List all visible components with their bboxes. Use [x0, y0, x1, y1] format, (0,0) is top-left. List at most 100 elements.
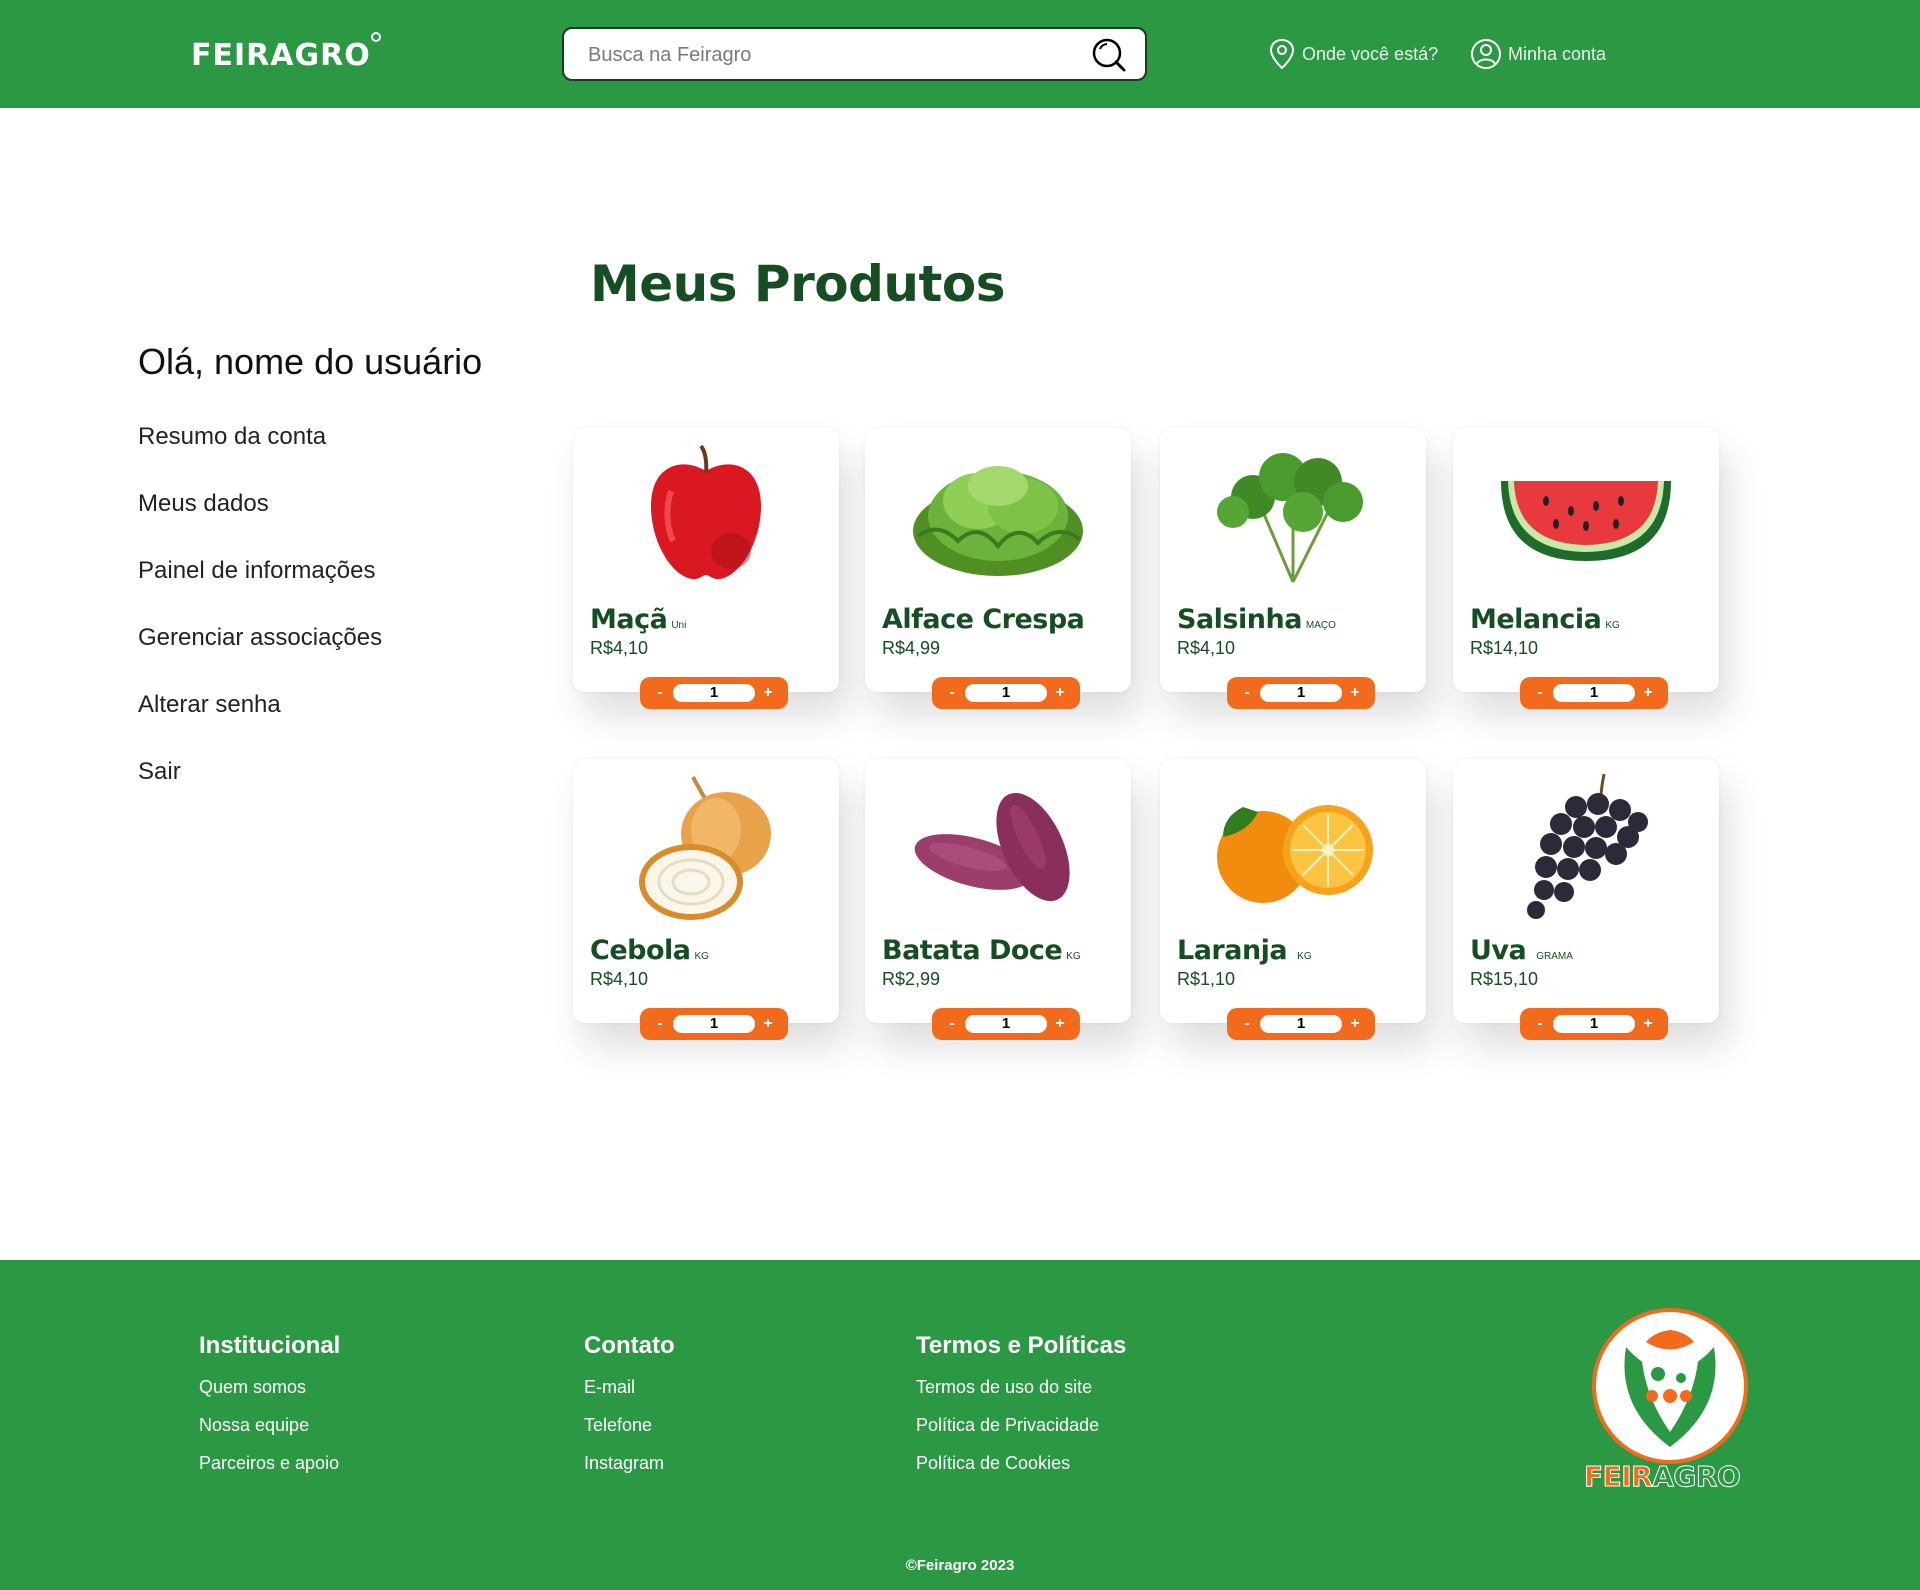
location-link[interactable]: Onde você está?	[1268, 38, 1438, 70]
quantity-value[interactable]: 1	[1553, 684, 1635, 702]
product-name: Batata Doce KG	[882, 935, 1081, 966]
location-label: Onde você está?	[1302, 43, 1439, 64]
increase-button[interactable]: +	[1050, 1012, 1070, 1036]
footer-link-phone[interactable]: Telefone	[584, 1414, 675, 1452]
grape-icon	[1496, 773, 1676, 921]
decrease-button[interactable]: -	[1530, 1012, 1550, 1036]
quantity-stepper: - 1 +	[1227, 1008, 1375, 1040]
footer-link-instagram[interactable]: Instagram	[584, 1452, 675, 1490]
product-unit: KG	[1605, 620, 1620, 631]
footer-link-about[interactable]: Quem somos	[199, 1376, 340, 1414]
menu-item-manage-associations[interactable]: Gerenciar associações	[138, 621, 382, 688]
footer-link-team[interactable]: Nossa equipe	[199, 1414, 340, 1452]
footer-link-privacy[interactable]: Política de Privacidade	[916, 1414, 1126, 1452]
logo-badge-icon	[1592, 1308, 1748, 1464]
product-unit: GRAMA	[1536, 951, 1573, 962]
decrease-button[interactable]: -	[1237, 1012, 1257, 1036]
location-pin-icon	[1269, 38, 1295, 70]
footer-link-partners[interactable]: Parceiros e apoio	[199, 1452, 340, 1490]
product-name: Alface Crespa	[882, 604, 1085, 635]
watermelon-icon	[1496, 442, 1676, 590]
lettuce-icon	[908, 442, 1088, 590]
product-price: R$4,10	[590, 969, 649, 989]
product-name: Cebola KG	[590, 935, 709, 966]
decrease-button[interactable]: -	[650, 1012, 670, 1036]
decrease-button[interactable]: -	[942, 1012, 962, 1036]
menu-item-account-summary[interactable]: Resumo da conta	[138, 420, 382, 487]
footer-link-terms-of-use[interactable]: Termos de uso do site	[916, 1376, 1126, 1414]
increase-button[interactable]: +	[1345, 681, 1365, 705]
search-bar	[562, 27, 1147, 81]
quantity-stepper: - 1 +	[640, 1008, 788, 1040]
orange-icon	[1203, 773, 1383, 921]
quantity-stepper: - 1 +	[932, 1008, 1080, 1040]
quantity-value[interactable]: 1	[673, 684, 755, 702]
product-name: Salsinha MAÇO	[1177, 604, 1336, 635]
increase-button[interactable]: +	[1638, 1012, 1658, 1036]
search-icon[interactable]	[1091, 37, 1127, 73]
parsley-icon	[1203, 442, 1383, 590]
increase-button[interactable]: +	[1050, 681, 1070, 705]
product-name: Laranja KG	[1177, 935, 1312, 966]
footer-heading: Institucional	[199, 1332, 341, 1359]
footer-column-contact: Contato E-mail Telefone Instagram	[584, 1332, 675, 1490]
product-card[interactable]: Cebola KG R$4,10 - 1 +	[573, 759, 839, 1040]
product-price: R$4,10	[590, 638, 649, 658]
account-menu: Resumo da conta Meus dados Painel de inf…	[138, 420, 382, 822]
footer-heading: Termos e Políticas	[916, 1332, 1127, 1359]
product-price: R$15,10	[1470, 969, 1539, 989]
increase-button[interactable]: +	[758, 1012, 778, 1036]
product-card[interactable]: Uva GRAMA R$15,10 - 1 +	[1453, 759, 1719, 1040]
decrease-button[interactable]: -	[942, 681, 962, 705]
quantity-value[interactable]: 1	[1260, 1015, 1342, 1033]
increase-button[interactable]: +	[758, 681, 778, 705]
sweet-potato-icon	[908, 773, 1088, 921]
quantity-stepper: - 1 +	[1520, 1008, 1668, 1040]
product-price: R$1,10	[1177, 969, 1236, 989]
product-card[interactable]: Maçã Uni R$4,10 - 1 +	[573, 428, 839, 709]
account-link[interactable]: Minha conta	[1470, 38, 1606, 70]
account-label: Minha conta	[1508, 43, 1607, 64]
quantity-value[interactable]: 1	[1553, 1015, 1635, 1033]
product-price: R$4,99	[882, 638, 941, 658]
footer-column-terms: Termos e Políticas Termos de uso do site…	[916, 1332, 1126, 1490]
user-greeting: Olá, nome do usuário	[138, 341, 483, 382]
footer-heading: Contato	[584, 1332, 675, 1359]
menu-item-logout[interactable]: Sair	[138, 755, 382, 822]
quantity-stepper: - 1 +	[1227, 677, 1375, 709]
feiragro-logo[interactable]: FEIRAGRO	[191, 32, 381, 73]
product-name: Uva GRAMA	[1470, 935, 1573, 966]
logo-wordmark: FEIRAGRO	[1583, 1460, 1741, 1494]
product-card[interactable]: Salsinha MAÇO R$4,10 - 1 +	[1160, 428, 1426, 709]
menu-item-info-panel[interactable]: Painel de informações	[138, 554, 382, 621]
quantity-value[interactable]: 1	[965, 684, 1047, 702]
menu-item-change-password[interactable]: Alterar senha	[138, 688, 382, 755]
decrease-button[interactable]: -	[650, 681, 670, 705]
product-card[interactable]: Batata Doce KG R$2,99 - 1 +	[865, 759, 1131, 1040]
footer-link-cookies[interactable]: Política de Cookies	[916, 1452, 1126, 1490]
search-input[interactable]	[588, 41, 1058, 69]
decrease-button[interactable]: -	[1530, 681, 1550, 705]
site-footer: Institucional Quem somos Nossa equipe Pa…	[0, 1260, 1920, 1590]
product-card[interactable]: Melancia KG R$14,10 - 1 +	[1453, 428, 1719, 709]
quantity-stepper: - 1 +	[932, 677, 1080, 709]
quantity-value[interactable]: 1	[1260, 684, 1342, 702]
product-card[interactable]: Laranja KG R$1,10 - 1 +	[1160, 759, 1426, 1040]
decrease-button[interactable]: -	[1237, 681, 1257, 705]
quantity-stepper: - 1 +	[640, 677, 788, 709]
user-account-icon	[1471, 39, 1501, 69]
product-price: R$14,10	[1470, 638, 1539, 658]
footer-link-email[interactable]: E-mail	[584, 1376, 675, 1414]
increase-button[interactable]: +	[1345, 1012, 1365, 1036]
product-name: Melancia KG	[1470, 604, 1620, 635]
page-title: Meus Produtos	[590, 255, 1005, 313]
apple-icon	[616, 442, 796, 590]
quantity-value[interactable]: 1	[965, 1015, 1047, 1033]
footer-logo[interactable]: FEIRAGRO	[1583, 1308, 1750, 1494]
product-unit: KG	[1066, 951, 1081, 962]
menu-item-my-data[interactable]: Meus dados	[138, 487, 382, 554]
increase-button[interactable]: +	[1638, 681, 1658, 705]
quantity-value[interactable]: 1	[673, 1015, 755, 1033]
logo-dot-icon	[370, 32, 381, 42]
product-card[interactable]: Alface Crespa R$4,99 - 1 +	[865, 428, 1131, 709]
